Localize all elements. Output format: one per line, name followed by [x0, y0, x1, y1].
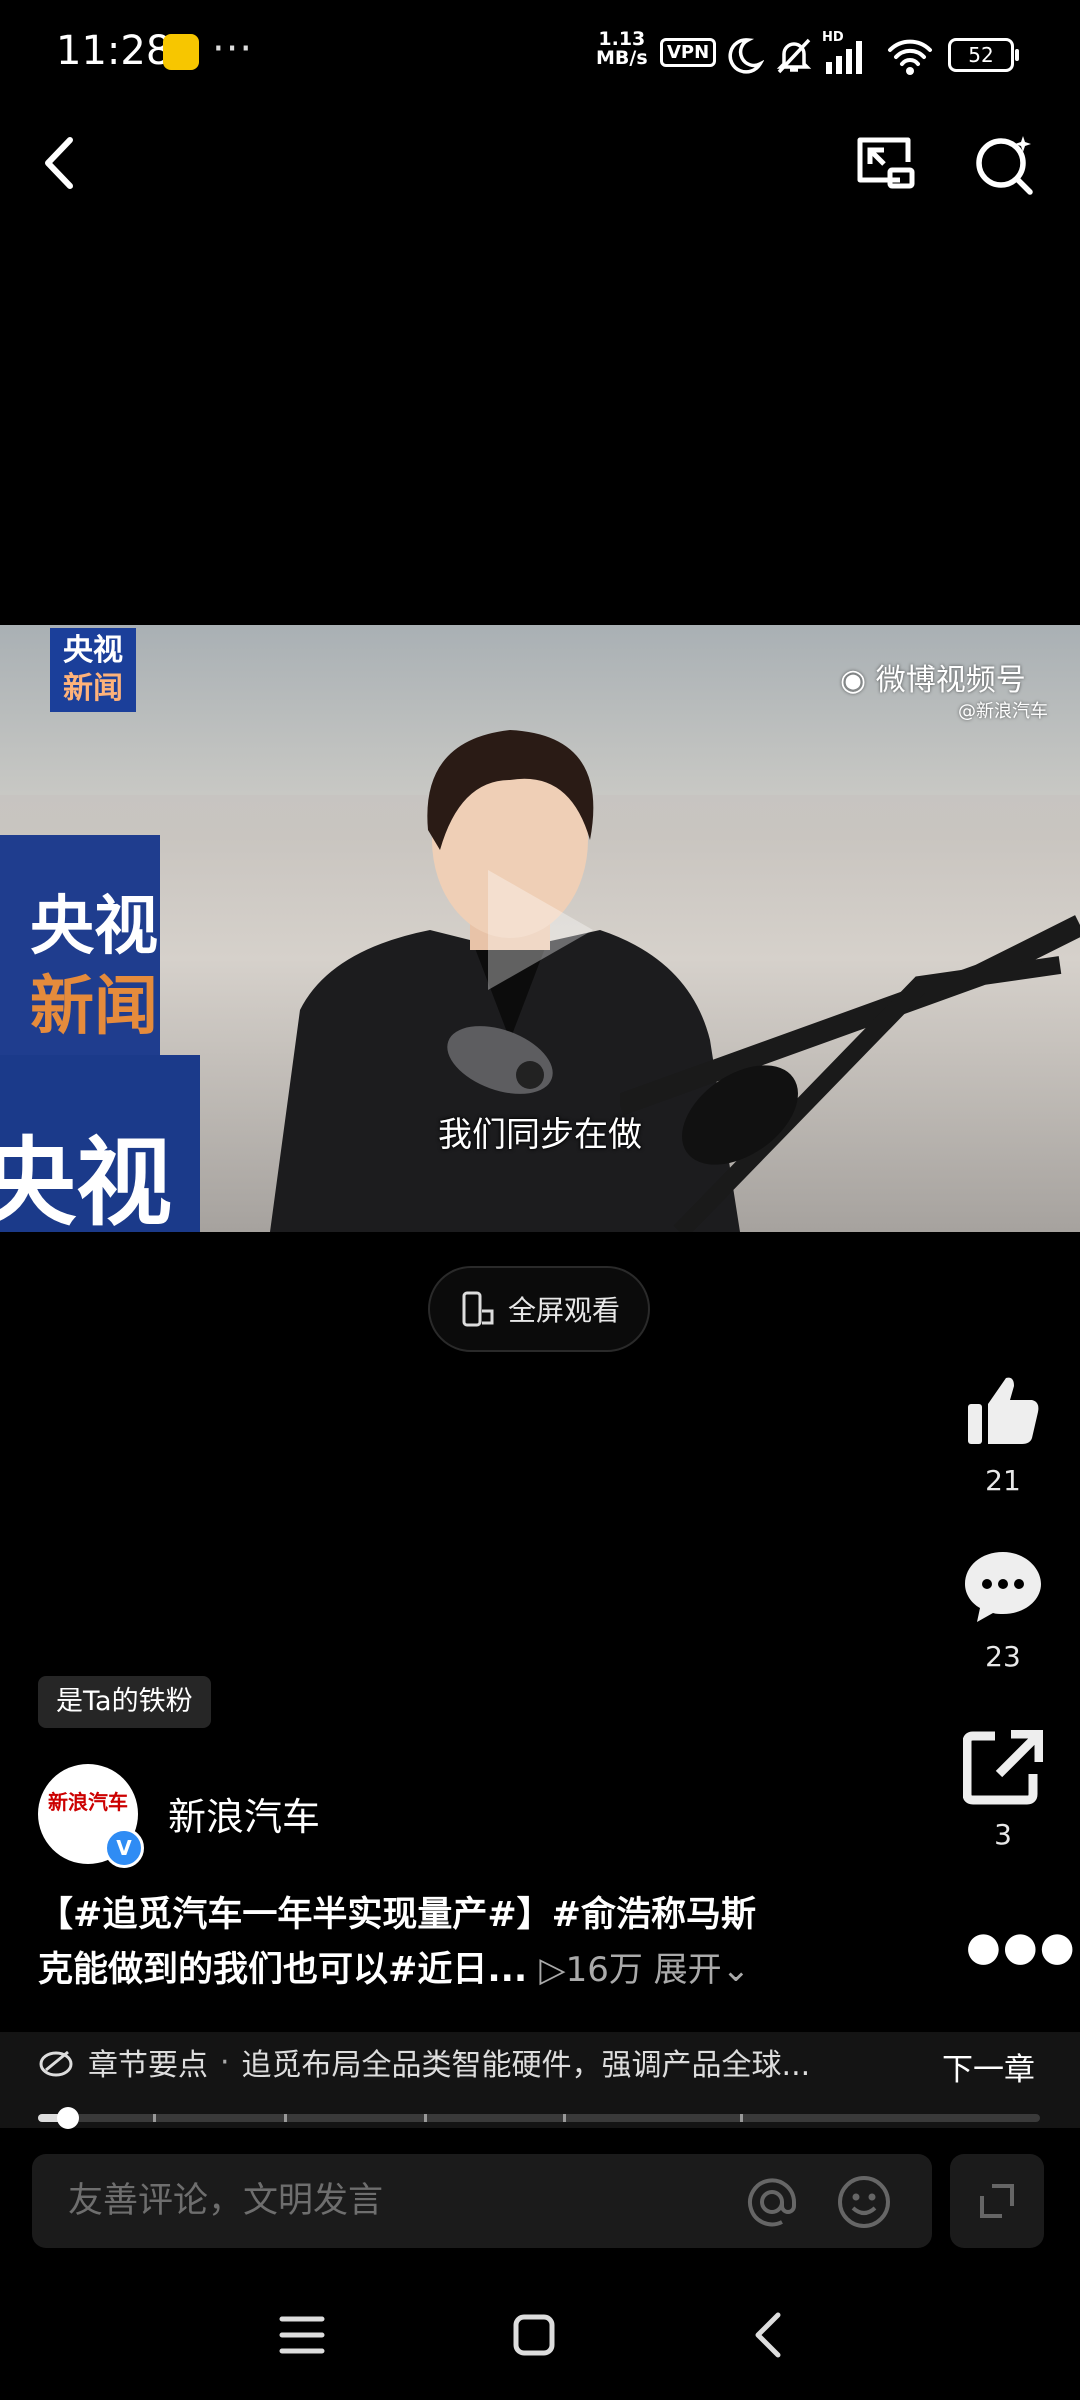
mention-icon[interactable] [744, 2174, 800, 2230]
mute-bell-icon [776, 38, 812, 74]
comment-button[interactable]: 23 [952, 1548, 1054, 1673]
back-button[interactable] [30, 128, 90, 198]
share-icon [962, 1729, 1044, 1805]
more-notifications-icon: ··· [212, 26, 254, 72]
video-subtitle: 我们同步在做 [438, 1115, 642, 1155]
rotate-phone-icon [462, 1291, 494, 1327]
chapter-marker [563, 2114, 566, 2122]
video-progress-bar[interactable] [38, 2114, 1040, 2122]
chapter-marker [424, 2114, 427, 2122]
weibo-watermark: ◉ 微博视频号 [840, 663, 1026, 698]
expand-button[interactable]: 展开⌄ [654, 1950, 751, 1990]
thumbs-up-icon [968, 1377, 1039, 1444]
more-options-button[interactable]: ●●● [966, 1924, 1077, 1970]
home-nav-button[interactable] [494, 2305, 574, 2365]
play-count-icon: ▷ [539, 1950, 566, 1990]
status-bar: 11:28 ··· 1.13 MB/s VPN HD 52 [0, 0, 1080, 110]
chapter-summary[interactable]: 章节要点 · 追觅布局全品类智能硬件，强调产品全球... [0, 2032, 1080, 2092]
back-nav-button[interactable] [730, 2305, 810, 2365]
like-count: 21 [985, 1464, 1021, 1497]
emoji-icon[interactable] [836, 2174, 892, 2230]
app-notification-icon [163, 34, 199, 70]
battery-indicator: 52 [948, 38, 1019, 72]
expand-comment-button[interactable] [950, 2154, 1044, 2248]
backdrop-panel: 央视 新闻 [0, 835, 160, 1085]
fan-badge: 是Ta的铁粉 [38, 1676, 211, 1728]
video-description[interactable]: 【#追觅汽车一年半实现量产#】#俞浩称马斯 克能做到的我们也可以#近日... ▷… [38, 1888, 908, 1998]
comment-count: 23 [985, 1640, 1021, 1673]
vpn-badge: VPN [660, 38, 717, 67]
fullscreen-button[interactable]: 全屏观看 [428, 1266, 650, 1352]
play-icon [488, 870, 593, 990]
share-count: 3 [994, 1818, 1012, 1851]
verified-badge: V [104, 1828, 144, 1868]
chapter-text: 追觅布局全品类智能硬件，强调产品全球... [241, 2048, 811, 2083]
chapter-marker [284, 2114, 287, 2122]
search-button[interactable] [970, 128, 1040, 198]
author-name[interactable]: 新浪汽车 [168, 1786, 320, 1841]
status-time: 11:28 [56, 28, 172, 74]
share-button[interactable]: 3 [952, 1729, 1054, 1851]
chapter-marker [740, 2114, 743, 2122]
comment-bubble-icon [965, 1552, 1041, 1622]
next-chapter-button[interactable]: 下一章 [942, 2044, 1035, 2089]
channel-logo: 央视 新闻 [50, 628, 136, 712]
chapter-marker [153, 2114, 156, 2122]
wifi-icon [888, 39, 932, 75]
fullscreen-label: 全屏观看 [507, 1294, 620, 1327]
avatar-logo: 新浪汽车 [48, 1790, 128, 1814]
picture-in-picture-button[interactable] [850, 128, 920, 198]
microphone-arm [620, 915, 1080, 1232]
progress-scrubber[interactable] [57, 2107, 79, 2129]
signal-icon [826, 41, 862, 74]
desk-microphone [447, 1026, 553, 1094]
network-speed: 1.13 MB/s [596, 28, 648, 69]
moon-icon [728, 38, 764, 74]
chapter-label: 章节要点 [88, 2048, 208, 2083]
menu-nav-button[interactable] [262, 2305, 342, 2365]
watermark-account: @新浪汽车 [958, 701, 1048, 722]
like-button[interactable]: 21 [952, 1370, 1054, 1497]
chapter-icon [39, 2050, 73, 2077]
comment-input[interactable] [66, 2178, 710, 2224]
expand-icon [980, 2184, 1014, 2218]
weibo-icon: ◉ [840, 663, 876, 698]
chevron-down-icon: ⌄ [721, 1950, 751, 1990]
view-count: ▷16万 [539, 1950, 643, 1990]
author-avatar[interactable]: 新浪汽车 V [38, 1764, 144, 1868]
video-player[interactable]: 央视 新闻 央视 央视 新闻 ◉ 微博视频号 @新浪汽车 我们同步在做 [0, 625, 1080, 1232]
